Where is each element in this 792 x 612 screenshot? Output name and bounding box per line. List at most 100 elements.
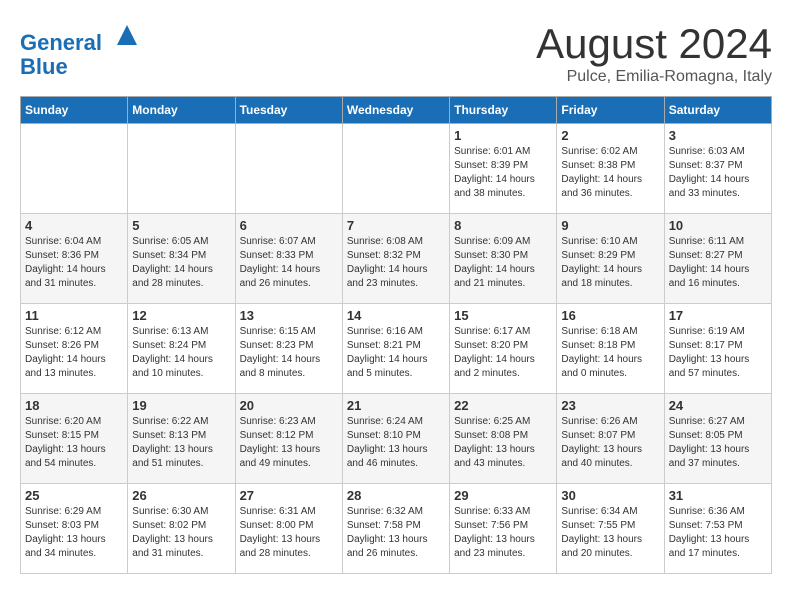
day-info: Sunrise: 6:23 AM Sunset: 8:12 PM Dayligh… — [240, 415, 338, 471]
day-info: Sunrise: 6:08 AM Sunset: 8:32 PM Dayligh… — [347, 235, 445, 291]
day-number: 17 — [669, 308, 767, 323]
day-number: 20 — [240, 398, 338, 413]
calendar-day-cell: 21 Sunrise: 6:24 AM Sunset: 8:10 PM Dayli… — [342, 394, 449, 484]
calendar-day-cell: 13Sunrise: 6:15 AM Sunset: 8:23 PM Dayli… — [235, 304, 342, 394]
day-info: Sunrise: 6:19 AM Sunset: 8:17 PM Dayligh… — [669, 325, 767, 381]
day-info: Sunrise: 6:31 AM Sunset: 8:00 PM Dayligh… — [240, 505, 338, 561]
day-info: Sunrise: 6:01 AM Sunset: 8:39 PM Dayligh… — [454, 145, 552, 201]
day-of-week-header: Monday — [128, 97, 235, 124]
calendar-day-cell: 7 Sunrise: 6:08 AM Sunset: 8:32 PM Daylig… — [342, 214, 449, 304]
month-title: August 2024 — [536, 20, 772, 68]
calendar-day-cell: 8 Sunrise: 6:09 AM Sunset: 8:30 PM Daylig… — [450, 214, 557, 304]
day-number: 31 — [669, 488, 767, 503]
day-number: 14 — [347, 308, 445, 323]
calendar-day-cell: 19Sunrise: 6:22 AM Sunset: 8:13 PM Dayli… — [128, 394, 235, 484]
calendar-day-cell: 11 Sunrise: 6:12 AM Sunset: 8:26 PM Dayli… — [21, 304, 128, 394]
day-info: Sunrise: 6:13 AM Sunset: 8:24 PM Dayligh… — [132, 325, 230, 381]
calendar-day-cell: 12Sunrise: 6:13 AM Sunset: 8:24 PM Dayli… — [128, 304, 235, 394]
day-number: 11 — [25, 308, 123, 323]
calendar-day-cell: 17 Sunrise: 6:19 AM Sunset: 8:17 PM Dayli… — [664, 304, 771, 394]
calendar-day-cell — [235, 124, 342, 214]
day-number: 1 — [454, 128, 552, 143]
day-info: Sunrise: 6:22 AM Sunset: 8:13 PM Dayligh… — [132, 415, 230, 471]
logo-icon — [112, 20, 142, 50]
logo-blue: Blue — [20, 54, 68, 79]
calendar-day-cell: 22 Sunrise: 6:25 AM Sunset: 8:08 PM Dayli… — [450, 394, 557, 484]
day-of-week-header: Saturday — [664, 97, 771, 124]
day-of-week-header: Tuesday — [235, 97, 342, 124]
day-info: Sunrise: 6:29 AM Sunset: 8:03 PM Dayligh… — [25, 505, 123, 561]
day-info: Sunrise: 6:03 AM Sunset: 8:37 PM Dayligh… — [669, 145, 767, 201]
logo: General Blue — [20, 20, 142, 79]
calendar-day-cell: 24Sunrise: 6:27 AM Sunset: 8:05 PM Dayli… — [664, 394, 771, 484]
calendar-day-cell: 14 Sunrise: 6:16 AM Sunset: 8:21 PM Dayli… — [342, 304, 449, 394]
calendar-day-cell: 26Sunrise: 6:30 AM Sunset: 8:02 PM Dayli… — [128, 484, 235, 574]
calendar-day-cell: 3 Sunrise: 6:03 AM Sunset: 8:37 PM Daylig… — [664, 124, 771, 214]
calendar-week-row: 25Sunrise: 6:29 AM Sunset: 8:03 PM Dayli… — [21, 484, 772, 574]
day-number: 15 — [454, 308, 552, 323]
calendar-day-cell: 29 Sunrise: 6:33 AM Sunset: 7:56 PM Dayli… — [450, 484, 557, 574]
day-number: 21 — [347, 398, 445, 413]
day-info: Sunrise: 6:15 AM Sunset: 8:23 PM Dayligh… — [240, 325, 338, 381]
calendar-day-cell: 30 Sunrise: 6:34 AM Sunset: 7:55 PM Dayli… — [557, 484, 664, 574]
day-info: Sunrise: 6:07 AM Sunset: 8:33 PM Dayligh… — [240, 235, 338, 291]
day-number: 28 — [347, 488, 445, 503]
calendar-day-cell: 10Sunrise: 6:11 AM Sunset: 8:27 PM Dayli… — [664, 214, 771, 304]
day-info: Sunrise: 6:05 AM Sunset: 8:34 PM Dayligh… — [132, 235, 230, 291]
day-info: Sunrise: 6:16 AM Sunset: 8:21 PM Dayligh… — [347, 325, 445, 381]
calendar-day-cell: 20 Sunrise: 6:23 AM Sunset: 8:12 PM Dayli… — [235, 394, 342, 484]
day-of-week-header: Friday — [557, 97, 664, 124]
calendar-day-cell: 25Sunrise: 6:29 AM Sunset: 8:03 PM Dayli… — [21, 484, 128, 574]
day-info: Sunrise: 6:12 AM Sunset: 8:26 PM Dayligh… — [25, 325, 123, 381]
day-number: 7 — [347, 218, 445, 233]
day-number: 29 — [454, 488, 552, 503]
day-number: 6 — [240, 218, 338, 233]
calendar-day-cell: 16Sunrise: 6:18 AM Sunset: 8:18 PM Dayli… — [557, 304, 664, 394]
day-number: 3 — [669, 128, 767, 143]
calendar-header-row: SundayMondayTuesdayWednesdayThursdayFrid… — [21, 97, 772, 124]
day-number: 22 — [454, 398, 552, 413]
day-info: Sunrise: 6:32 AM Sunset: 7:58 PM Dayligh… — [347, 505, 445, 561]
calendar-week-row: 11 Sunrise: 6:12 AM Sunset: 8:26 PM Dayli… — [21, 304, 772, 394]
day-info: Sunrise: 6:18 AM Sunset: 8:18 PM Dayligh… — [561, 325, 659, 381]
day-info: Sunrise: 6:30 AM Sunset: 8:02 PM Dayligh… — [132, 505, 230, 561]
day-info: Sunrise: 6:33 AM Sunset: 7:56 PM Dayligh… — [454, 505, 552, 561]
day-info: Sunrise: 6:36 AM Sunset: 7:53 PM Dayligh… — [669, 505, 767, 561]
day-info: Sunrise: 6:20 AM Sunset: 8:15 PM Dayligh… — [25, 415, 123, 471]
day-info: Sunrise: 6:34 AM Sunset: 7:55 PM Dayligh… — [561, 505, 659, 561]
calendar-day-cell: 5 Sunrise: 6:05 AM Sunset: 8:34 PM Daylig… — [128, 214, 235, 304]
calendar-week-row: 4 Sunrise: 6:04 AM Sunset: 8:36 PM Daylig… — [21, 214, 772, 304]
calendar-day-cell — [128, 124, 235, 214]
logo-general: General — [20, 30, 102, 55]
calendar-day-cell: 2Sunrise: 6:02 AM Sunset: 8:38 PM Daylig… — [557, 124, 664, 214]
location: Pulce, Emilia-Romagna, Italy — [536, 68, 772, 86]
calendar-week-row: 18 Sunrise: 6:20 AM Sunset: 8:15 PM Dayli… — [21, 394, 772, 484]
day-of-week-header: Wednesday — [342, 97, 449, 124]
calendar-day-cell: 9Sunrise: 6:10 AM Sunset: 8:29 PM Daylig… — [557, 214, 664, 304]
calendar-week-row: 1 Sunrise: 6:01 AM Sunset: 8:39 PM Daylig… — [21, 124, 772, 214]
day-info: Sunrise: 6:25 AM Sunset: 8:08 PM Dayligh… — [454, 415, 552, 471]
day-number: 5 — [132, 218, 230, 233]
day-info: Sunrise: 6:04 AM Sunset: 8:36 PM Dayligh… — [25, 235, 123, 291]
calendar-day-cell — [342, 124, 449, 214]
day-number: 8 — [454, 218, 552, 233]
day-number: 9 — [561, 218, 659, 233]
calendar-day-cell: 31 Sunrise: 6:36 AM Sunset: 7:53 PM Dayli… — [664, 484, 771, 574]
calendar-day-cell: 28 Sunrise: 6:32 AM Sunset: 7:58 PM Dayli… — [342, 484, 449, 574]
page-header: General Blue August 2024 Pulce, Emilia-R… — [20, 20, 772, 86]
calendar-day-cell: 4 Sunrise: 6:04 AM Sunset: 8:36 PM Daylig… — [21, 214, 128, 304]
day-number: 24 — [669, 398, 767, 413]
day-info: Sunrise: 6:24 AM Sunset: 8:10 PM Dayligh… — [347, 415, 445, 471]
day-info: Sunrise: 6:02 AM Sunset: 8:38 PM Dayligh… — [561, 145, 659, 201]
calendar-table: SundayMondayTuesdayWednesdayThursdayFrid… — [20, 96, 772, 574]
day-number: 23 — [561, 398, 659, 413]
day-number: 30 — [561, 488, 659, 503]
day-number: 4 — [25, 218, 123, 233]
day-of-week-header: Thursday — [450, 97, 557, 124]
day-info: Sunrise: 6:17 AM Sunset: 8:20 PM Dayligh… — [454, 325, 552, 381]
day-number: 18 — [25, 398, 123, 413]
calendar-day-cell: 23Sunrise: 6:26 AM Sunset: 8:07 PM Dayli… — [557, 394, 664, 484]
calendar-day-cell — [21, 124, 128, 214]
day-info: Sunrise: 6:09 AM Sunset: 8:30 PM Dayligh… — [454, 235, 552, 291]
calendar-day-cell: 18 Sunrise: 6:20 AM Sunset: 8:15 PM Dayli… — [21, 394, 128, 484]
